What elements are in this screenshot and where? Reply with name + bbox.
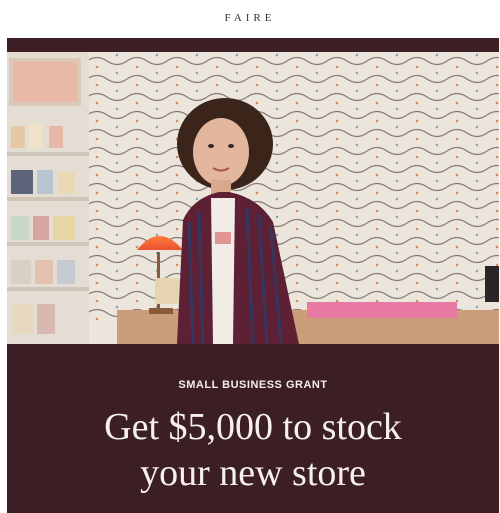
faire-logo[interactable]: FAIRE	[0, 12, 500, 24]
headline-line-1: Get $5,000 to stock	[104, 406, 402, 448]
hero-photo[interactable]	[7, 52, 499, 344]
promo-headline[interactable]: Get $5,000 to stock your new store	[7, 404, 499, 496]
email-banner: SMALL BUSINESS GRANT Get $5,000 to stock…	[7, 38, 499, 513]
grant-eyebrow: SMALL BUSINESS GRANT	[178, 379, 328, 391]
headline-line-2: your new store	[140, 452, 366, 494]
hero-illustration	[7, 52, 499, 344]
email-header: FAIRE	[0, 0, 500, 38]
